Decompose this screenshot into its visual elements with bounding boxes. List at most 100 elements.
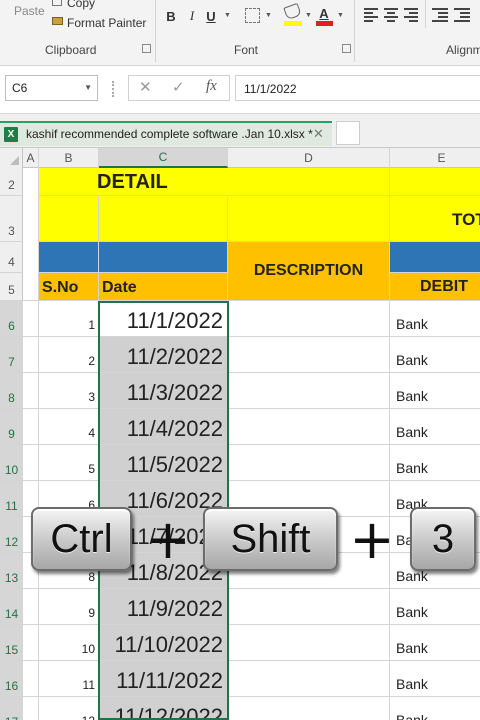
sno-cell[interactable]: 10 [39,625,99,661]
row-header-10[interactable]: 10 [0,445,23,481]
row-header-5[interactable]: 5 [0,273,23,301]
name-box-dropdown-icon[interactable]: ▼ [84,83,92,92]
sno-cell[interactable]: 3 [39,373,99,409]
underline-dropdown-icon[interactable]: ▼ [224,12,231,19]
date-cell[interactable]: 11/10/2022 [99,625,228,661]
cell-a[interactable] [23,625,39,661]
column-header-d[interactable]: D [228,148,390,168]
row-header-7[interactable]: 7 [0,337,23,373]
total-header-cell[interactable]: TOT [390,196,480,242]
header-b3[interactable] [39,196,99,242]
row-header-3[interactable]: 3 [0,196,23,242]
debit-cell[interactable]: Bank [390,625,480,661]
borders-dropdown-icon[interactable]: ▼ [265,12,272,19]
column-header-c[interactable]: C [99,148,228,168]
date-cell[interactable]: 11/11/2022 [99,661,228,697]
row-header-8[interactable]: 8 [0,373,23,409]
close-tab-icon[interactable]: ✕ [313,126,324,142]
date-header[interactable]: Date [99,273,228,301]
decrease-indent-icon[interactable] [432,8,448,22]
cell-a[interactable] [23,409,39,445]
description-cell[interactable] [228,373,390,409]
description-cell[interactable] [228,697,390,720]
row-header-9[interactable]: 9 [0,409,23,445]
date-cell[interactable]: 11/3/2022 [99,373,228,409]
formula-input[interactable]: 11/1/2022 [235,75,480,101]
debit-cell[interactable]: Bank [390,661,480,697]
sno-cell[interactable]: 2 [39,337,99,373]
debit-cell[interactable]: Bank [390,409,480,445]
column-header-e[interactable]: E [390,148,480,168]
description-cell[interactable] [228,589,390,625]
description-cell[interactable] [228,661,390,697]
row-header-6[interactable]: 6 [0,301,23,337]
borders-icon[interactable] [245,8,260,23]
date-cell[interactable]: 11/2/2022 [99,337,228,373]
header-e4[interactable] [390,242,480,273]
cell-a[interactable] [23,373,39,409]
format-painter-button[interactable]: Format Painter [67,16,146,30]
row-header-4[interactable]: 4 [0,242,23,273]
new-tab-button[interactable] [336,121,360,145]
row-header-13[interactable]: 13 [0,553,23,589]
cell-a[interactable] [23,445,39,481]
row-header-15[interactable]: 15 [0,625,23,661]
cancel-icon[interactable]: ✕ [139,78,152,96]
italic-button[interactable]: I [185,6,199,26]
debit-cell[interactable]: Bank [390,697,480,720]
column-header-b[interactable]: B [39,148,99,168]
title-cell-right[interactable] [390,168,480,196]
title-cell[interactable]: DETAIL [39,168,390,196]
enter-icon[interactable]: ✓ [172,78,185,96]
date-cell[interactable]: 11/9/2022 [99,589,228,625]
increase-indent-icon[interactable] [454,8,470,22]
row-header-16[interactable]: 16 [0,661,23,697]
align-right-icon[interactable] [404,8,420,22]
sno-cell[interactable]: 9 [39,589,99,625]
align-left-icon[interactable] [364,8,380,22]
bold-button[interactable]: B [163,6,179,26]
sno-cell[interactable]: 4 [39,409,99,445]
header-c4[interactable] [99,242,228,273]
sno-cell[interactable]: 11 [39,661,99,697]
column-a-header-cells[interactable] [23,168,39,301]
clipboard-launcher-icon[interactable] [142,44,151,53]
debit-cell[interactable]: Bank [390,337,480,373]
row-header-14[interactable]: 14 [0,589,23,625]
date-cell[interactable]: 11/12/2022 [99,697,228,720]
cell-a[interactable] [23,301,39,337]
debit-cell[interactable]: Bank [390,373,480,409]
sno-cell[interactable]: 1 [39,301,99,337]
header-c3[interactable] [99,196,228,242]
date-cell[interactable]: 11/5/2022 [99,445,228,481]
row-header-2[interactable]: 2 [0,168,23,196]
description-header[interactable]: DESCRIPTION [228,242,390,301]
font-color-button[interactable]: A [317,3,331,23]
font-color-dropdown-icon[interactable]: ▼ [337,12,344,19]
description-cell[interactable] [228,445,390,481]
debit-cell[interactable]: Bank [390,589,480,625]
date-cell[interactable]: 11/4/2022 [99,409,228,445]
sno-cell[interactable]: 5 [39,445,99,481]
row-header-17[interactable]: 17 [0,697,23,720]
select-all-corner[interactable] [0,148,23,168]
header-b4[interactable] [39,242,99,273]
paste-button-label[interactable]: Paste [14,4,45,18]
align-center-icon[interactable] [384,8,400,22]
sno-header[interactable]: S.No [39,273,99,301]
date-cell[interactable]: 11/1/2022 [99,301,228,337]
cell-a[interactable] [23,697,39,720]
description-cell[interactable] [228,409,390,445]
underline-button[interactable]: U [204,6,218,26]
fill-color-dropdown-icon[interactable]: ▼ [305,12,312,19]
debit-cell[interactable]: Bank [390,301,480,337]
file-tab[interactable]: X kashif recommended complete software .… [0,121,332,146]
cell-a[interactable] [23,661,39,697]
name-box[interactable]: C6 ▼ [5,75,98,101]
cell-a[interactable] [23,589,39,625]
description-cell[interactable] [228,625,390,661]
debit-header[interactable]: DEBIT [390,273,480,301]
description-cell[interactable] [228,337,390,373]
copy-button[interactable]: Copy [67,0,95,10]
cell-a[interactable] [23,337,39,373]
